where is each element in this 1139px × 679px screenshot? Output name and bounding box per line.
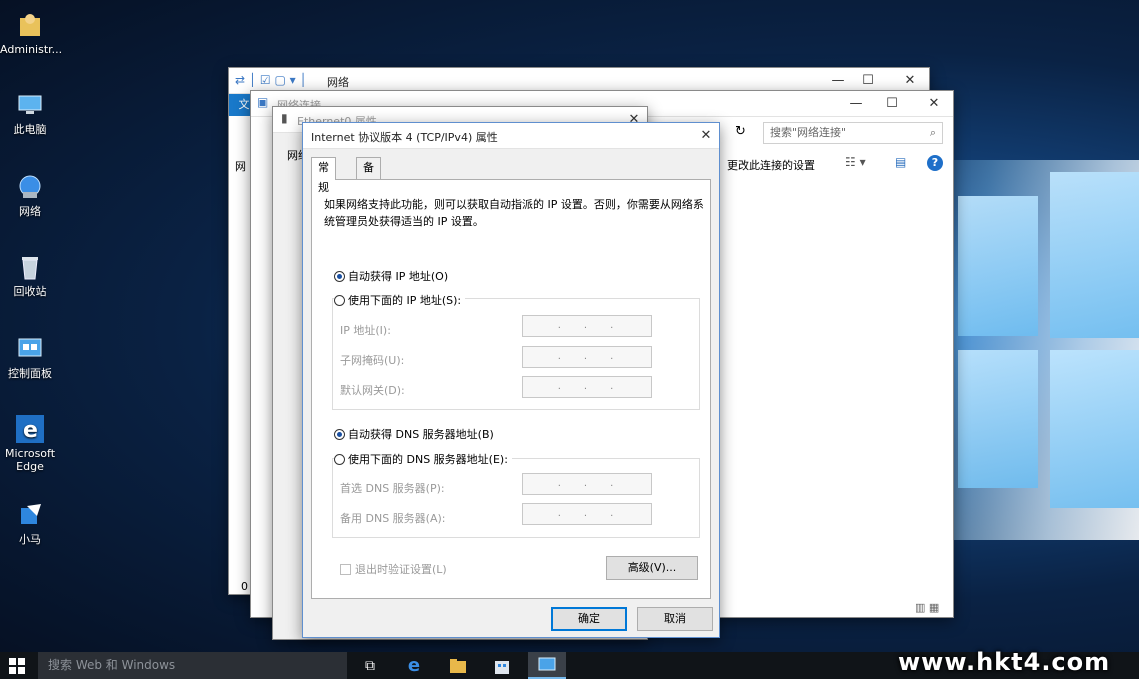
- search-box[interactable]: 搜索"网络连接" ⌕: [763, 122, 943, 144]
- checkbox-label: 退出时验证设置(L): [355, 563, 447, 576]
- advanced-button[interactable]: 高级(V)...: [606, 556, 698, 580]
- tab-general[interactable]: 常规: [311, 157, 336, 194]
- radio-obtain-ip-auto[interactable]: 自动获得 IP 地址(O): [334, 268, 448, 284]
- computer-icon: [15, 90, 45, 120]
- svg-text:e: e: [23, 418, 38, 443]
- radio-obtain-dns-auto[interactable]: 自动获得 DNS 服务器地址(B): [334, 426, 494, 442]
- default-gateway-label: 默认网关(D):: [340, 384, 405, 397]
- desktop-icon-label: 回收站: [13, 285, 47, 298]
- search-placeholder: 搜索 Web 和 Windows: [48, 658, 176, 672]
- ip-address-input[interactable]: ...: [522, 315, 652, 337]
- radio-label: 使用下面的 DNS 服务器地址(E):: [348, 453, 508, 466]
- subnet-mask-label: 子网掩码(U):: [340, 354, 405, 367]
- desktop-icon-edge[interactable]: e Microsoft Edge: [0, 414, 60, 473]
- search-icon: ⌕: [929, 126, 936, 139]
- edge-browser-icon: e: [15, 414, 45, 444]
- user-folder-icon: [15, 10, 45, 40]
- radio-label: 使用下面的 IP 地址(S):: [348, 294, 462, 307]
- desktop-icon-label: Microsoft Edge: [4, 447, 56, 473]
- desktop-icon-administrator[interactable]: Administr...: [0, 10, 63, 56]
- desktop-icon-label: 控制面板: [8, 367, 52, 380]
- task-view-icon[interactable]: ⧉: [356, 655, 384, 677]
- shortcut-app-icon: [15, 500, 45, 530]
- titlebar: Internet 协议版本 4 (TCP/IPv4) 属性 ✕: [303, 123, 719, 149]
- preview-pane-icon[interactable]: ▤: [895, 155, 906, 169]
- search-placeholder: 搜索"网络连接": [770, 126, 847, 139]
- alternate-dns-input[interactable]: ...: [522, 503, 652, 525]
- minimize-button[interactable]: —: [827, 72, 849, 90]
- desktop-icon-label: Administr...: [0, 43, 63, 56]
- adapter-icon: ▮: [281, 111, 288, 125]
- validate-on-exit-checkbox[interactable]: 退出时验证设置(L): [340, 561, 447, 577]
- change-connection-settings-command[interactable]: 更改此连接的设置: [727, 157, 815, 173]
- desktop-icon-this-pc[interactable]: 此电脑: [0, 90, 60, 136]
- desktop-icon-label: 网络: [19, 205, 41, 218]
- maximize-button[interactable]: ☐: [857, 72, 879, 90]
- preferred-dns-input[interactable]: ...: [522, 473, 652, 495]
- network-connections-icon: ▣: [257, 95, 269, 109]
- help-icon[interactable]: ?: [927, 155, 943, 171]
- control-panel-icon: [15, 334, 45, 364]
- radio-label: 自动获得 IP 地址(O): [348, 270, 449, 283]
- nav-pane-label: 网: [235, 160, 246, 173]
- wallpaper-logo-pane: [1050, 350, 1139, 508]
- dialog-title: Internet 协议版本 4 (TCP/IPv4) 属性: [311, 131, 498, 144]
- ip-address-label: IP 地址(I):: [340, 324, 391, 337]
- radio-use-manual-ip[interactable]: 使用下面的 IP 地址(S):: [334, 292, 466, 308]
- radio-label: 自动获得 DNS 服务器地址(B): [348, 428, 494, 441]
- details-view-icon[interactable]: ▥ ▦: [915, 601, 939, 614]
- preferred-dns-label: 首选 DNS 服务器(P):: [340, 482, 445, 495]
- close-button[interactable]: ✕: [899, 72, 921, 90]
- file-tab-label: 文: [238, 98, 250, 111]
- checkbox-unchecked-icon: [340, 563, 351, 575]
- alternate-dns-label: 备用 DNS 服务器(A):: [340, 512, 446, 525]
- start-button[interactable]: [8, 657, 26, 675]
- close-button[interactable]: ✕: [695, 127, 717, 145]
- windows-logo-icon: [9, 658, 25, 674]
- ok-button[interactable]: 确定: [551, 607, 627, 631]
- default-gateway-input[interactable]: ...: [522, 376, 652, 398]
- wallpaper-logo-pane: [958, 350, 1038, 488]
- radio-selected-icon: [334, 270, 345, 282]
- radio-use-manual-dns[interactable]: 使用下面的 DNS 服务器地址(E):: [334, 451, 512, 467]
- network-connections-taskbar-icon[interactable]: [528, 652, 566, 679]
- desktop-icon-recycle-bin[interactable]: 回收站: [0, 252, 60, 298]
- edge-taskbar-icon[interactable]: e: [400, 655, 428, 677]
- tab-alternate-configuration[interactable]: 备用配置: [356, 157, 381, 234]
- view-options-icon[interactable]: ☷ ▾: [845, 155, 866, 169]
- description-text: 如果网络支持此功能，则可以获取自动指派的 IP 设置。否则，你需要从网络系统管理…: [324, 198, 704, 228]
- wallpaper-logo-pane: [958, 196, 1038, 336]
- window-title: 网络: [327, 76, 349, 89]
- wallpaper-logo-pane: [1050, 172, 1139, 338]
- radio-unselected-icon: [334, 294, 345, 306]
- file-explorer-taskbar-icon[interactable]: [444, 655, 472, 677]
- status-count: 0: [241, 580, 248, 593]
- radio-unselected-icon: [334, 453, 345, 465]
- refresh-icon[interactable]: ↻: [735, 124, 746, 139]
- manual-dns-group: [332, 458, 700, 538]
- desktop-icon-label: 小马: [19, 533, 41, 546]
- network-globe-icon: [15, 172, 45, 202]
- taskbar-search-box[interactable]: 搜索 Web 和 Windows: [38, 652, 347, 679]
- general-tab-panel: 如果网络支持此功能，则可以获取自动指派的 IP 设置。否则，你需要从网络系统管理…: [311, 179, 711, 599]
- ipv4-properties-dialog[interactable]: Internet 协议版本 4 (TCP/IPv4) 属性 ✕ 常规 备用配置 …: [302, 122, 720, 638]
- minimize-button[interactable]: —: [845, 95, 867, 113]
- cancel-button[interactable]: 取消: [637, 607, 713, 631]
- desktop-icon-network[interactable]: 网络: [0, 172, 60, 218]
- desktop-icon-control-panel[interactable]: 控制面板: [0, 334, 60, 380]
- desktop-icon-label: 此电脑: [13, 123, 47, 136]
- subnet-mask-input[interactable]: ...: [522, 346, 652, 368]
- watermark-text: www.hkt4.com: [898, 648, 1111, 676]
- maximize-button[interactable]: ☐: [881, 95, 903, 113]
- close-button[interactable]: ✕: [923, 95, 945, 113]
- recycle-bin-icon: [15, 252, 45, 282]
- desktop-icon-xiaoma[interactable]: 小马: [0, 500, 60, 546]
- store-taskbar-icon[interactable]: [488, 655, 516, 677]
- radio-selected-icon: [334, 428, 345, 440]
- quick-access-toolbar: ⇄ │ ☑ ▢ ▾ │: [235, 73, 307, 87]
